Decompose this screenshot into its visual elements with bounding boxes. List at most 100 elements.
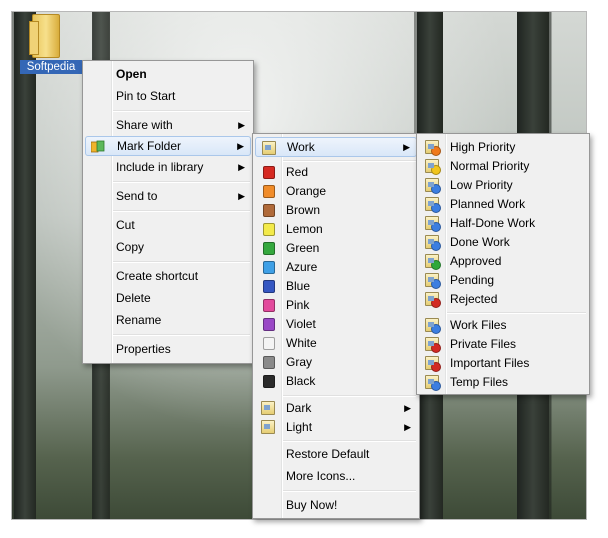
menu-item-open[interactable]: Open [85, 64, 251, 84]
menu-separator [447, 312, 586, 314]
menu-item-file-type[interactable]: Work Files [419, 315, 587, 335]
menu-item-label: Pink [286, 298, 310, 312]
menu-item-color-pink[interactable]: Pink [255, 295, 417, 315]
status-folder-icon [425, 273, 441, 289]
menu-item-rename[interactable]: Rename [85, 310, 251, 330]
color-swatch-icon [263, 166, 275, 179]
menu-item-mark-folder[interactable]: Mark Folder ▶ [85, 136, 251, 156]
menu-item-label: Black [286, 374, 316, 388]
menu-item-restore-default[interactable]: Restore Default [255, 444, 417, 464]
menu-item-color-black[interactable]: Black [255, 371, 417, 391]
menu-item-color-red[interactable]: Red [255, 162, 417, 182]
menu-separator [113, 334, 250, 336]
menu-item-label: Approved [450, 254, 502, 268]
menu-item-include-in-library[interactable]: Include in library ▶ [85, 157, 251, 177]
menu-separator [113, 210, 250, 212]
menu-item-properties[interactable]: Properties [85, 339, 251, 359]
menu-item-label: Half-Done Work [450, 216, 536, 230]
menu-item-more-icons[interactable]: More Icons... [255, 466, 417, 486]
color-swatch-icon [263, 185, 275, 198]
submenu-arrow-icon: ▶ [404, 403, 411, 413]
menu-item-dark[interactable]: Dark ▶ [255, 398, 417, 418]
menu-item-label: Low Priority [450, 178, 513, 192]
menu-item-label: Green [286, 241, 320, 255]
menu-item-label: Pending [450, 273, 495, 287]
desktop-folder-icon[interactable]: Softpedia [20, 12, 82, 76]
menu-item-color-azure[interactable]: Azure [255, 257, 417, 277]
menu-item-work-status[interactable]: High Priority [419, 137, 587, 157]
mark-folder-submenu: Work ▶ Red Orange Brown Lemon Green Azure Blue P… [252, 133, 420, 519]
menu-item-share-with[interactable]: Share with ▶ [85, 115, 251, 135]
status-folder-icon [425, 178, 441, 194]
menu-item-color-lemon[interactable]: Lemon [255, 219, 417, 239]
file-folder-icon [425, 356, 441, 372]
menu-item-label: Open [116, 67, 147, 81]
menu-item-pin-to-start[interactable]: Pin to Start [85, 86, 251, 106]
menu-item-create-shortcut[interactable]: Create shortcut [85, 266, 251, 286]
dark-folder-icon [261, 401, 275, 415]
mark-folder-icon [90, 140, 105, 153]
tree-trunk [14, 12, 36, 519]
menu-item-label: Private Files [450, 337, 517, 351]
menu-item-label: Include in library [116, 160, 204, 174]
work-folder-icon [262, 141, 276, 155]
color-swatch-icon [263, 223, 275, 236]
menu-separator [113, 181, 250, 183]
menu-item-color-brown[interactable]: Brown [255, 200, 417, 220]
menu-item-label: Copy [116, 240, 145, 254]
menu-item-label: Normal Priority [450, 159, 530, 173]
menu-item-work-status[interactable]: Done Work [419, 232, 587, 252]
menu-item-cut[interactable]: Cut [85, 215, 251, 235]
menu-item-buy-now[interactable]: Buy Now! [255, 495, 417, 515]
menu-item-send-to[interactable]: Send to ▶ [85, 186, 251, 206]
menu-item-work-status[interactable]: Low Priority [419, 175, 587, 195]
submenu-arrow-icon: ▶ [237, 141, 244, 151]
menu-item-color-gray[interactable]: Gray [255, 352, 417, 372]
menu-item-label: Restore Default [286, 447, 370, 461]
status-folder-icon [425, 292, 441, 308]
menu-item-label: Light [286, 420, 313, 434]
menu-item-label: Send to [116, 189, 158, 203]
menu-item-light[interactable]: Light ▶ [255, 417, 417, 437]
menu-item-label: Properties [116, 342, 171, 356]
menu-item-work-status[interactable]: Approved [419, 251, 587, 271]
menu-item-color-orange[interactable]: Orange [255, 181, 417, 201]
color-swatch-icon [263, 356, 275, 369]
file-folder-icon [425, 375, 441, 391]
menu-item-copy[interactable]: Copy [85, 237, 251, 257]
menu-item-label: Dark [286, 401, 312, 415]
menu-item-file-type[interactable]: Private Files [419, 334, 587, 354]
menu-item-file-type[interactable]: Temp Files [419, 372, 587, 392]
menu-item-label: Rename [116, 313, 162, 327]
menu-item-file-type[interactable]: Important Files [419, 353, 587, 373]
status-folder-icon [425, 216, 441, 232]
menu-item-color-green[interactable]: Green [255, 238, 417, 258]
menu-item-label: Delete [116, 291, 151, 305]
menu-item-label: Gray [286, 355, 313, 369]
menu-item-label: Temp Files [450, 375, 509, 389]
color-swatch-icon [263, 261, 275, 274]
menu-item-work-status[interactable]: Rejected [419, 289, 587, 309]
menu-item-work-status[interactable]: Pending [419, 270, 587, 290]
menu-item-work-status[interactable]: Half-Done Work [419, 213, 587, 233]
menu-item-work-status[interactable]: Planned Work [419, 194, 587, 214]
menu-item-color-white[interactable]: White [255, 333, 417, 353]
menu-item-delete[interactable]: Delete [85, 288, 251, 308]
menu-item-work[interactable]: Work ▶ [255, 137, 417, 157]
context-menu: Open Pin to Start Share with ▶ Mark Folde… [82, 60, 254, 364]
menu-item-label: Azure [286, 260, 318, 274]
menu-item-label: Buy Now! [286, 498, 338, 512]
submenu-arrow-icon: ▶ [238, 191, 245, 201]
status-folder-icon [425, 197, 441, 213]
color-swatch-icon [263, 318, 275, 331]
menu-item-color-blue[interactable]: Blue [255, 276, 417, 296]
status-folder-icon [425, 235, 441, 251]
menu-separator [113, 110, 250, 112]
screenshot-frame: Softpedia Open Pin to Start Share with ▶ … [0, 0, 608, 538]
submenu-arrow-icon: ▶ [404, 422, 411, 432]
menu-item-label: Violet [286, 317, 316, 331]
menu-item-work-status[interactable]: Normal Priority [419, 156, 587, 176]
menu-item-label: Brown [286, 203, 321, 217]
menu-item-label: Planned Work [450, 197, 526, 211]
menu-item-color-violet[interactable]: Violet [255, 314, 417, 334]
